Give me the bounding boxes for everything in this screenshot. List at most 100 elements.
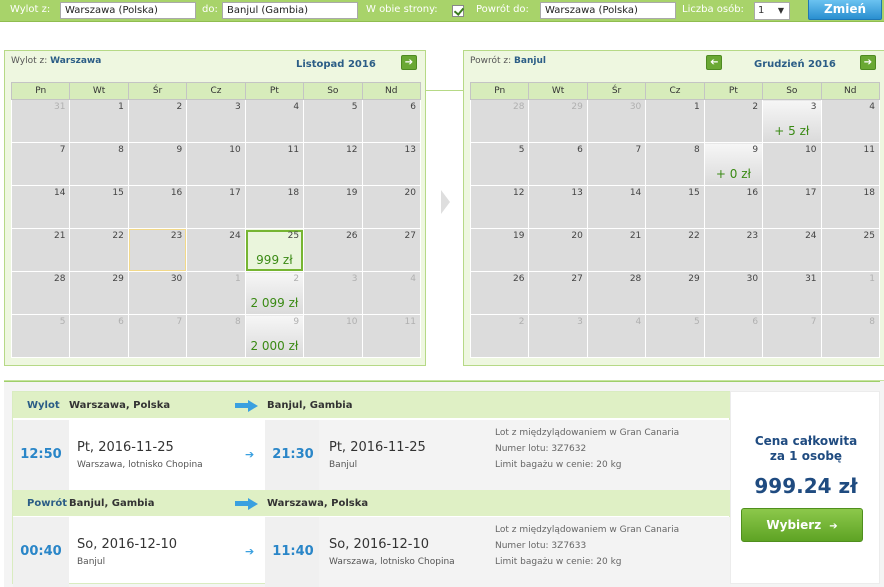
- return-day-cell[interactable]: 1: [820, 271, 881, 315]
- choose-button[interactable]: Wybierz ➔: [741, 508, 863, 542]
- return-day-cell[interactable]: 29: [528, 99, 588, 143]
- return-day-cell[interactable]: 3: [528, 314, 588, 358]
- outbound-day-cell[interactable]: 29: [69, 271, 129, 315]
- outbound-day-cell[interactable]: 17: [186, 185, 246, 229]
- return-day-cell[interactable]: 28: [586, 271, 647, 315]
- return-day-cell[interactable]: 11: [820, 142, 881, 186]
- return-day-cell[interactable]: 8: [820, 314, 881, 358]
- return-day-cell[interactable]: 8: [645, 142, 705, 186]
- day-number: 17: [229, 188, 241, 198]
- outbound-day-cell[interactable]: 10: [186, 142, 246, 186]
- return-day-cell[interactable]: 26: [469, 271, 530, 315]
- return-day-cell[interactable]: 12: [469, 185, 530, 229]
- outbound-day-cell[interactable]: 22: [69, 228, 129, 272]
- outbound-day-cell[interactable]: 18: [244, 185, 305, 229]
- outbound-day-cell[interactable]: 13: [361, 142, 422, 186]
- outbound-day-cell[interactable]: 2: [127, 99, 188, 143]
- outbound-day-cell[interactable]: 4: [244, 99, 305, 143]
- return-day-cell[interactable]: 10: [762, 142, 822, 186]
- outbound-day-cell[interactable]: 9: [127, 142, 188, 186]
- return-day-cell[interactable]: 23: [703, 228, 764, 272]
- outbound-day-cell[interactable]: 10: [303, 314, 363, 358]
- return-input[interactable]: Warszawa (Polska): [540, 2, 676, 19]
- return-day-cell[interactable]: 2: [469, 314, 530, 358]
- outbound-day-cell[interactable]: 1: [69, 99, 129, 143]
- day-price: 2 000 zł: [250, 339, 299, 353]
- return-day-cell[interactable]: 7: [762, 314, 822, 358]
- outbound-day-cell[interactable]: 9 2 000 zł: [244, 314, 305, 358]
- outbound-day-cell[interactable]: 5: [10, 314, 71, 358]
- return-day-cell[interactable]: 7: [586, 142, 647, 186]
- prev-month-button[interactable]: ➔: [706, 55, 722, 70]
- return-day-cell[interactable]: 30: [703, 271, 764, 315]
- outbound-day-cell[interactable]: 27: [361, 228, 422, 272]
- return-day-cell[interactable]: 6: [703, 314, 764, 358]
- return-day-cell[interactable]: 24: [762, 228, 822, 272]
- return-day-cell[interactable]: 18: [820, 185, 881, 229]
- day-number: 6: [577, 145, 583, 155]
- return-day-cell[interactable]: 25: [820, 228, 881, 272]
- outbound-day-cell[interactable]: 8: [186, 314, 246, 358]
- outbound-day-cell[interactable]: 28: [10, 271, 71, 315]
- persons-select[interactable]: 1 ▼: [754, 2, 790, 20]
- outbound-day-cell[interactable]: 7: [10, 142, 71, 186]
- return-day-cell[interactable]: 28: [469, 99, 530, 143]
- both-ways-checkbox[interactable]: [452, 5, 464, 17]
- outbound-day-cell[interactable]: 4: [361, 271, 422, 315]
- return-day-cell[interactable]: 2: [703, 99, 764, 143]
- return-day-cell[interactable]: 5: [469, 142, 530, 186]
- outbound-day-cell[interactable]: 24: [186, 228, 246, 272]
- return-day-cell[interactable]: 20: [528, 228, 588, 272]
- outbound-day-cell[interactable]: 19: [303, 185, 363, 229]
- return-day-cell[interactable]: 6: [528, 142, 588, 186]
- outbound-day-cell[interactable]: 5: [303, 99, 363, 143]
- return-day-cell[interactable]: 21: [586, 228, 647, 272]
- outbound-day-cell[interactable]: 26: [303, 228, 363, 272]
- return-day-cell[interactable]: 5: [645, 314, 705, 358]
- outbound-day-cell[interactable]: 25 999 zł: [244, 228, 305, 272]
- next-month-button[interactable]: ➔: [401, 55, 417, 70]
- return-day-cell[interactable]: 3 + 5 zł: [762, 99, 822, 143]
- outbound-day-cell[interactable]: 8: [69, 142, 129, 186]
- outbound-day-cell[interactable]: 21: [10, 228, 71, 272]
- return-day-cell[interactable]: 19: [469, 228, 530, 272]
- return-day-cell[interactable]: 9 + 0 zł: [703, 142, 764, 186]
- outbound-day-cell[interactable]: 6: [69, 314, 129, 358]
- return-day-cell[interactable]: 22: [645, 228, 705, 272]
- outbound-day-cell[interactable]: 23: [127, 228, 188, 272]
- outbound-day-cell[interactable]: 2 2 099 zł: [244, 271, 305, 315]
- outbound-day-cell[interactable]: 3: [303, 271, 363, 315]
- return-day-cell[interactable]: 30: [586, 99, 647, 143]
- outbound-day-cell[interactable]: 14: [10, 185, 71, 229]
- return-day-cell[interactable]: 31: [762, 271, 822, 315]
- outbound-day-cell[interactable]: 6: [361, 99, 422, 143]
- outbound-day-cell[interactable]: 30: [127, 271, 188, 315]
- outbound-day-cell[interactable]: 31: [10, 99, 71, 143]
- return-day-cell[interactable]: 27: [528, 271, 588, 315]
- outbound-day-cell[interactable]: 15: [69, 185, 129, 229]
- day-number: 2: [752, 102, 759, 112]
- return-day-cell[interactable]: 13: [528, 185, 588, 229]
- day-price: 2 099 zł: [250, 296, 299, 310]
- return-day-cell[interactable]: 4: [820, 99, 881, 143]
- outbound-day-cell[interactable]: 1: [186, 271, 246, 315]
- outbound-day-cell[interactable]: 12: [303, 142, 363, 186]
- return-day-cell[interactable]: 4: [586, 314, 647, 358]
- change-button[interactable]: Zmień: [808, 0, 882, 20]
- return-day-cell[interactable]: 17: [762, 185, 822, 229]
- outbound-day-cell[interactable]: 11: [244, 142, 305, 186]
- from-input[interactable]: Warszawa (Polska): [60, 2, 196, 19]
- return-day-cell[interactable]: 29: [645, 271, 705, 315]
- outbound-day-cell[interactable]: 20: [361, 185, 422, 229]
- return-day-cell[interactable]: 16: [703, 185, 764, 229]
- day-number: 29: [688, 274, 700, 284]
- outbound-day-cell[interactable]: 11: [361, 314, 422, 358]
- to-input[interactable]: Banjul (Gambia): [222, 2, 358, 19]
- return-day-cell[interactable]: 1: [645, 99, 705, 143]
- next-month-button[interactable]: ➔: [860, 55, 876, 70]
- outbound-day-cell[interactable]: 3: [186, 99, 246, 143]
- return-day-cell[interactable]: 15: [645, 185, 705, 229]
- outbound-day-cell[interactable]: 16: [127, 185, 188, 229]
- return-day-cell[interactable]: 14: [586, 185, 647, 229]
- outbound-day-cell[interactable]: 7: [127, 314, 188, 358]
